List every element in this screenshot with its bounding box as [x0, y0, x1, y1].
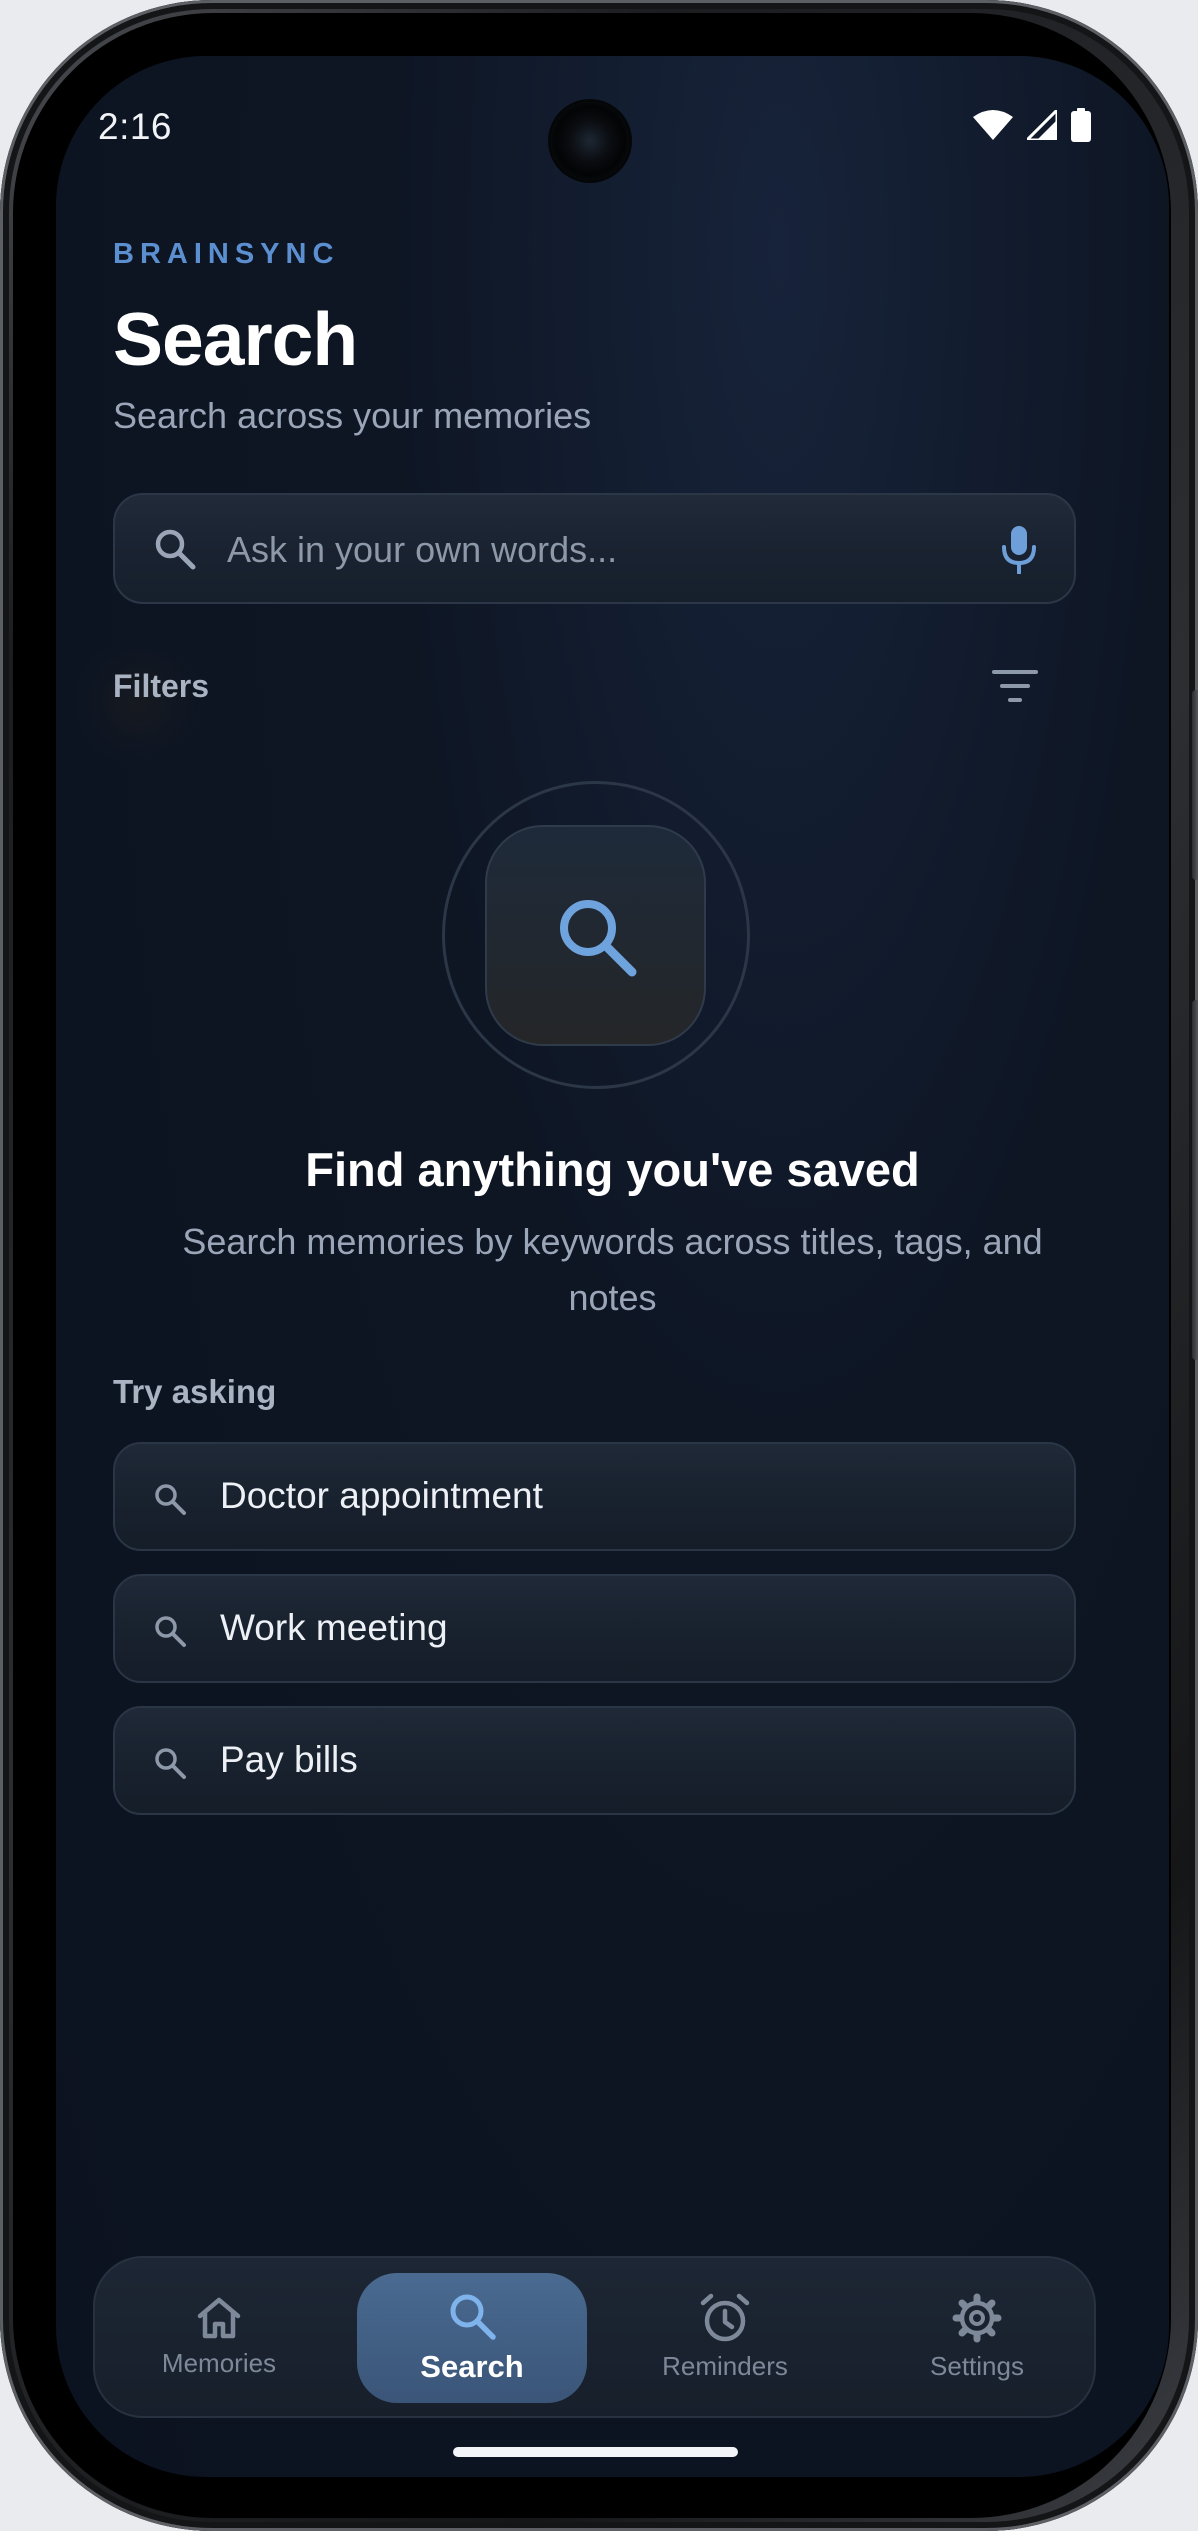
search-icon [155, 529, 196, 570]
nav-item-memories[interactable]: Memories [125, 2258, 313, 2416]
nav-item-settings[interactable]: Settings [887, 2258, 1067, 2416]
wifi-icon [973, 110, 1013, 140]
page-title: Search [113, 297, 358, 381]
brand-name: BRAINSYNC [113, 238, 340, 270]
nav-item-search[interactable]: Search [357, 2273, 587, 2403]
empty-state-icon-tile [485, 825, 706, 1046]
search-icon [155, 1748, 186, 1779]
suggestion-text: Doctor appointment [220, 1475, 543, 1516]
search-input[interactable] [225, 515, 985, 585]
gear-icon [952, 2293, 1002, 2342]
empty-state-description: Search memories by keywords across title… [182, 1221, 1043, 1318]
nav-item-reminders[interactable]: Reminders [625, 2258, 825, 2416]
home-icon [197, 2297, 241, 2338]
search-bar[interactable] [113, 493, 1076, 604]
suggestion-text: Work meeting [220, 1607, 448, 1648]
empty-state-title: Find anything you've saved [305, 1143, 920, 1196]
front-camera [551, 102, 629, 180]
nav-label: Settings [930, 2350, 1024, 2381]
bottom-navigation: Memories Search Reminders Settings [93, 2256, 1096, 2418]
nav-label: Reminders [662, 2350, 788, 2381]
microphone-icon[interactable] [1002, 526, 1036, 574]
battery-icon [1071, 108, 1091, 142]
nav-label: Search [420, 2349, 524, 2384]
suggestion-chip[interactable]: Work meeting [113, 1574, 1076, 1683]
home-indicator[interactable] [453, 2447, 738, 2457]
suggestion-chip[interactable]: Pay bills [113, 1706, 1076, 1815]
status-time: 2:16 [98, 106, 173, 147]
power-button [1192, 690, 1198, 880]
volume-button [1192, 1000, 1198, 1360]
nav-label: Memories [161, 2347, 277, 2378]
phone-device-frame: 2:16 BRAINSYNC Search Search across your… [0, 0, 1198, 2531]
suggestions-label: Try asking [113, 1373, 277, 1410]
suggestion-text: Pay bills [220, 1739, 358, 1780]
alarm-clock-icon [700, 2293, 750, 2341]
app-screen: 2:16 BRAINSYNC Search Search across your… [56, 56, 1169, 2477]
search-icon [560, 900, 637, 977]
status-icons [973, 108, 1091, 142]
page-subtitle: Search across your memories [113, 395, 592, 436]
search-icon [155, 1616, 186, 1647]
search-icon [155, 1484, 186, 1515]
search-icon [450, 2294, 496, 2340]
suggestion-chip[interactable]: Doctor appointment [113, 1442, 1076, 1551]
filter-icon[interactable] [992, 668, 1038, 704]
filters-label[interactable]: Filters [113, 668, 209, 705]
cellular-signal-icon [1027, 110, 1057, 140]
